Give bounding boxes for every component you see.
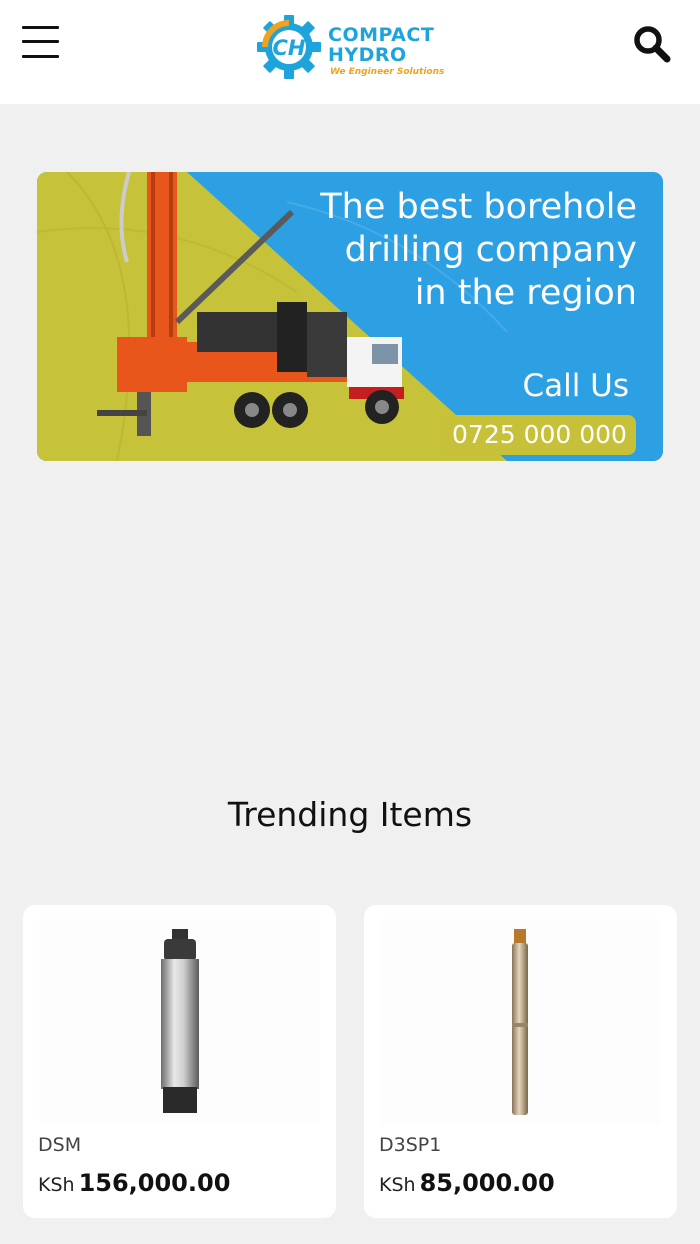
logo-line1: COMPACT bbox=[328, 24, 435, 46]
banner-headline: The best borehole drilling company in th… bbox=[320, 186, 637, 315]
search-icon[interactable] bbox=[632, 24, 674, 64]
product-card[interactable]: DSM KSh 156,000.00 bbox=[23, 905, 336, 1218]
price-amount: 85,000.00 bbox=[419, 1169, 555, 1197]
headline-line: The best borehole bbox=[320, 187, 637, 227]
phone-number-button[interactable]: 0725 000 000 bbox=[443, 415, 636, 455]
logo-tagline: We Engineer Solutions bbox=[330, 67, 445, 77]
product-price: KSh 156,000.00 bbox=[38, 1169, 230, 1197]
promo-banner[interactable]: The best borehole drilling company in th… bbox=[37, 172, 663, 461]
currency-label: KSh bbox=[38, 1174, 75, 1196]
logo[interactable]: CH COMPACT HYDRO We Engineer Solutions bbox=[256, 14, 446, 80]
call-us-label: Call Us bbox=[522, 368, 629, 404]
headline-line: drilling company bbox=[344, 230, 637, 270]
logo-line2: HYDRO bbox=[328, 44, 407, 66]
product-image bbox=[39, 919, 320, 1125]
header: CH COMPACT HYDRO We Engineer Solutions bbox=[0, 0, 700, 104]
currency-label: KSh bbox=[379, 1174, 416, 1196]
product-name: DSM bbox=[38, 1134, 82, 1156]
product-price: KSh 85,000.00 bbox=[379, 1169, 555, 1197]
hamburger-menu-icon[interactable] bbox=[22, 25, 60, 61]
gear-logo-icon: CH bbox=[257, 15, 321, 79]
price-amount: 156,000.00 bbox=[78, 1169, 231, 1197]
product-card[interactable]: D3SP1 KSh 85,000.00 bbox=[364, 905, 677, 1218]
product-image bbox=[380, 919, 661, 1125]
section-title: Trending Items bbox=[227, 795, 473, 834]
product-name: D3SP1 bbox=[379, 1134, 442, 1156]
logo-monogram: CH bbox=[273, 36, 306, 60]
headline-line: in the region bbox=[414, 273, 637, 313]
